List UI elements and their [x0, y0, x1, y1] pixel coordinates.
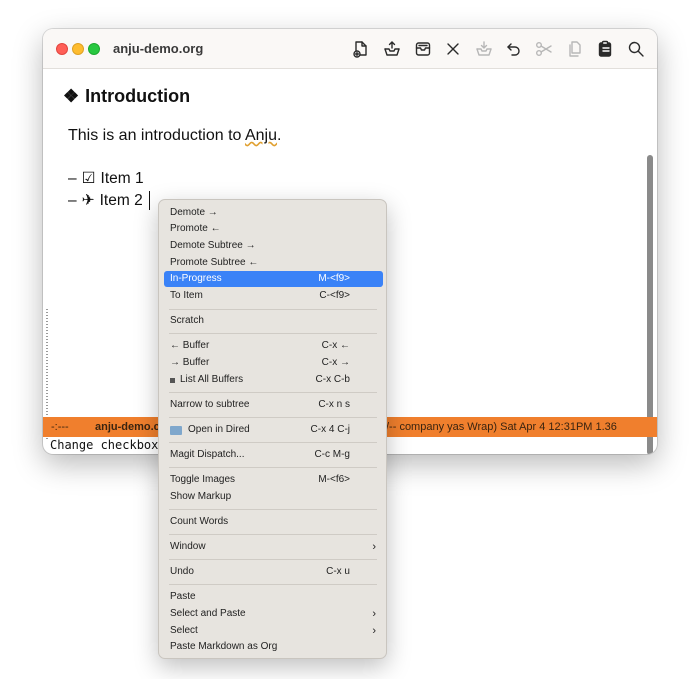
export-button[interactable] — [381, 38, 403, 60]
zoom-window-button[interactable] — [88, 43, 100, 55]
paste-icon — [598, 40, 612, 57]
submenu-chevron-icon: › — [372, 625, 376, 637]
archive-icon — [415, 42, 431, 56]
context-menu: Demote → Promote ← Demote Subtree → Prom… — [158, 199, 387, 659]
menu-item-narrow-to-subtree[interactable]: Narrow to subtree C-x n s — [164, 397, 383, 413]
menu-item-select-and-paste[interactable]: Select and Paste › — [164, 606, 383, 622]
folder-icon — [170, 425, 182, 435]
paragraph-end: . — [277, 127, 282, 144]
menu-item-previous-buffer[interactable]: ← Buffer C-x ← — [164, 338, 383, 354]
copy-button[interactable] — [564, 38, 586, 60]
menu-item-count-words[interactable]: Count Words — [164, 514, 383, 530]
menu-separator — [169, 392, 377, 393]
cut-button[interactable] — [533, 38, 555, 60]
submenu-chevron-icon: › — [372, 608, 376, 620]
menu-separator — [169, 333, 377, 334]
paragraph: This is an introduction to Anju. — [68, 127, 281, 145]
export-icon — [384, 41, 400, 56]
submenu-chevron-icon: › — [372, 541, 376, 553]
menu-item-undo[interactable]: Undo C-x u — [164, 564, 383, 580]
checkbox-checked-icon[interactable]: ☑ — [82, 169, 96, 188]
paragraph-text: This is an introduction to — [68, 127, 245, 144]
text-cursor — [148, 191, 150, 210]
menu-item-magit-dispatch[interactable]: Magit Dispatch... C-c M-g — [164, 447, 383, 463]
cut-icon — [536, 42, 552, 56]
heading-text: Introduction — [85, 86, 191, 106]
list-dash: – — [68, 191, 77, 209]
heading-bullet-icon: ❖ — [63, 86, 80, 106]
undo-button[interactable] — [503, 38, 525, 60]
menu-item-show-markup[interactable]: Show Markup — [164, 489, 383, 505]
menu-separator — [169, 559, 377, 560]
close-window-button[interactable] — [56, 43, 68, 55]
new-file-button[interactable] — [350, 38, 372, 60]
list-item[interactable]: – ✈ Item 2 — [68, 191, 150, 210]
menu-item-next-buffer[interactable]: → Buffer C-x → — [164, 355, 383, 371]
menu-separator — [169, 467, 377, 468]
menu-item-scratch[interactable]: Scratch — [164, 313, 383, 329]
modeline-buffer-name[interactable]: anju-demo.c — [95, 417, 160, 437]
menu-item-demote[interactable]: Demote → — [164, 205, 383, 221]
org-heading[interactable]: ❖ Introduction — [63, 86, 190, 107]
menu-item-select[interactable]: Select › — [164, 623, 383, 639]
title-bar: anju-demo.org — [43, 29, 657, 69]
archive-button[interactable] — [412, 38, 434, 60]
import-icon — [476, 41, 492, 56]
menu-item-window[interactable]: Window › — [164, 539, 383, 555]
menu-separator — [169, 442, 377, 443]
list-item-text: Item 2 — [99, 191, 143, 209]
search-icon — [628, 41, 644, 57]
scrollbar[interactable] — [647, 155, 653, 454]
undo-icon — [507, 43, 520, 56]
paste-button[interactable] — [594, 38, 616, 60]
close-buffer-button[interactable] — [442, 38, 464, 60]
menu-item-paste-markdown-as-org[interactable]: Paste Markdown as Org — [164, 639, 383, 655]
copy-icon — [569, 41, 581, 57]
menu-item-toggle-images[interactable]: Toggle Images M-<f6> — [164, 472, 383, 488]
list-item[interactable]: – ☑ Item 1 — [68, 169, 144, 188]
new-file-icon — [353, 41, 367, 58]
menu-item-list-all-buffers[interactable]: List All Buffers C-x C-b — [164, 372, 383, 388]
search-button[interactable] — [625, 38, 647, 60]
modeline-status: -:--- — [51, 421, 69, 433]
echo-area: Change checkbox — [50, 438, 159, 452]
window-title: anju-demo.org — [113, 41, 204, 56]
menu-item-demote-subtree[interactable]: Demote Subtree → — [164, 238, 383, 254]
menu-item-in-progress[interactable]: In-Progress M-<f9> — [164, 271, 383, 287]
menu-item-promote-subtree[interactable]: Promote Subtree ← — [164, 255, 383, 271]
menu-item-promote[interactable]: Promote ← — [164, 221, 383, 237]
import-button[interactable] — [473, 38, 495, 60]
airplane-icon[interactable]: ✈ — [82, 191, 95, 210]
close-icon — [447, 43, 459, 55]
menu-separator — [169, 417, 377, 418]
menu-separator — [169, 509, 377, 510]
menu-separator — [169, 309, 377, 310]
modeline-modes: /-- company yas Wrap) Sat Apr 4 12:31PM … — [386, 421, 617, 433]
list-dash: – — [68, 169, 77, 187]
buffer-list-icon — [170, 377, 175, 383]
menu-item-to-item[interactable]: To Item C-<f9> — [164, 288, 383, 304]
menu-item-paste[interactable]: Paste — [164, 589, 383, 605]
menu-item-open-in-dired[interactable]: Open in Dired C-x 4 C-j — [164, 422, 383, 438]
menu-separator — [169, 534, 377, 535]
minimize-window-button[interactable] — [72, 43, 84, 55]
menu-separator — [169, 584, 377, 585]
misspelled-word[interactable]: Anju — [245, 127, 277, 144]
list-item-text: Item 1 — [100, 169, 144, 187]
